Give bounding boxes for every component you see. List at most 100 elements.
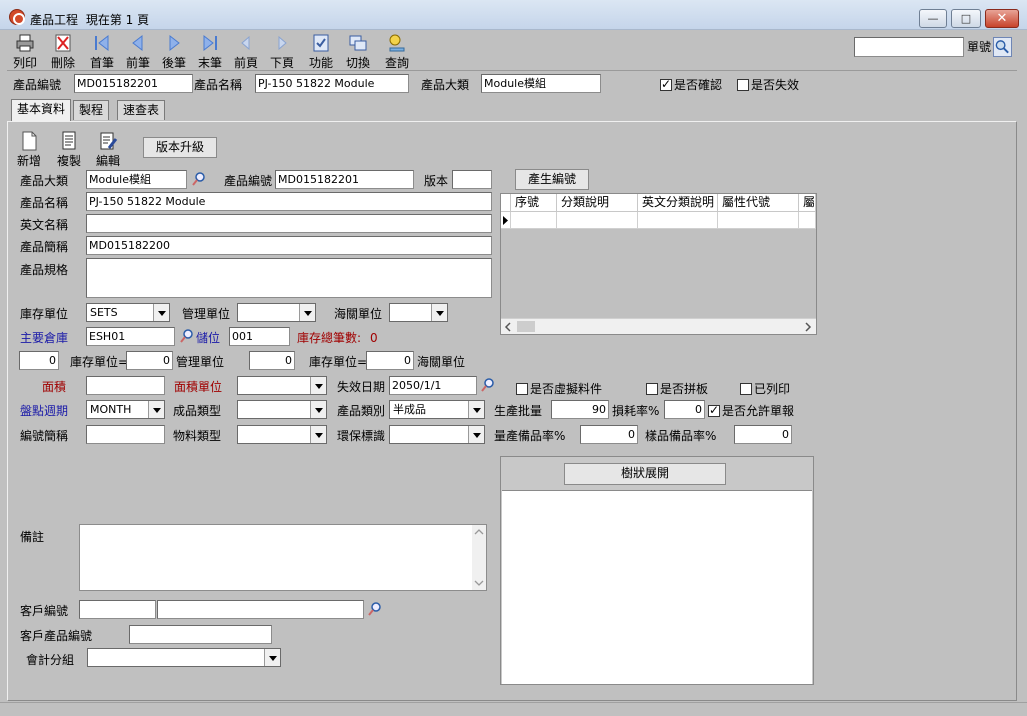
conversion-customs-qty[interactable]: 0 xyxy=(366,351,414,370)
version-upgrade-button[interactable]: 版本升級 xyxy=(143,137,217,158)
batch-size-field[interactable]: 90 xyxy=(551,400,609,419)
grid-header-attr-code[interactable]: 屬性代號 xyxy=(718,194,799,212)
grid-cell[interactable] xyxy=(557,212,638,229)
first-record-button[interactable]: 首筆 xyxy=(90,33,114,71)
tree-view[interactable] xyxy=(502,490,812,684)
tree-expand-button[interactable]: 樹狀展開 xyxy=(564,463,726,485)
scroll-right-icon[interactable] xyxy=(804,322,812,332)
doc-no-input[interactable] xyxy=(854,37,964,57)
prev-label: 前筆 xyxy=(126,56,151,70)
stock-unit-select[interactable]: SETS xyxy=(86,303,170,322)
loss-rate-field[interactable]: 0 xyxy=(664,400,705,419)
new-button[interactable]: 新增 xyxy=(17,131,41,169)
expire-date-lookup-icon[interactable] xyxy=(480,377,496,393)
grid-scroll-thumb[interactable] xyxy=(517,321,535,332)
header-product-name-field[interactable]: PJ-150 51822 Module xyxy=(255,74,409,93)
grid-cell[interactable] xyxy=(511,212,557,229)
printed-checkbox[interactable]: 已列印 xyxy=(740,382,790,396)
version-field[interactable] xyxy=(452,170,492,189)
header-category-field[interactable]: Module模組 xyxy=(481,74,601,93)
edit-button[interactable]: 編輯 xyxy=(96,131,120,169)
finished-type-label: 成品類型 xyxy=(173,404,222,418)
category-lookup-icon[interactable] xyxy=(191,171,207,187)
grid-horizontal-scrollbar[interactable] xyxy=(501,318,816,334)
spec-field[interactable] xyxy=(86,258,492,298)
chevron-down-icon xyxy=(299,304,315,321)
query-button[interactable]: 查詢 xyxy=(385,33,409,71)
conversion-stock-qty-1[interactable]: 0 xyxy=(19,351,59,370)
chevron-down-icon xyxy=(468,401,484,418)
switch-button[interactable]: 切換 xyxy=(346,33,370,71)
material-type-select[interactable] xyxy=(237,425,327,444)
virtual-item-checkbox[interactable]: 是否虛擬料件 xyxy=(516,382,602,396)
next-page-button[interactable]: 下頁 xyxy=(270,33,294,71)
conversion-stock-qty-2[interactable]: 0 xyxy=(249,351,295,370)
copy-button[interactable]: 複製 xyxy=(57,131,81,169)
prev-page-button[interactable]: 前頁 xyxy=(234,33,258,71)
doc-no-search-button[interactable] xyxy=(993,37,1012,57)
prev-record-button[interactable]: 前筆 xyxy=(126,33,150,71)
allow-report-checkbox[interactable]: 是否允許單報 xyxy=(708,403,794,418)
warehouse-lookup-icon[interactable] xyxy=(179,328,195,344)
scroll-up-icon[interactable] xyxy=(474,528,484,536)
warehouse-field[interactable]: ESH01 xyxy=(86,327,175,346)
area-unit-select[interactable] xyxy=(237,376,327,395)
account-group-select[interactable] xyxy=(87,648,281,667)
remark-scrollbar[interactable] xyxy=(472,525,486,590)
code-short-field[interactable] xyxy=(86,425,165,444)
mass-spare-field[interactable]: 0 xyxy=(580,425,638,444)
customer-lookup-icon[interactable] xyxy=(367,601,383,617)
function-button[interactable]: 功能 xyxy=(309,33,333,71)
remark-field[interactable] xyxy=(79,524,487,591)
confirmed-checkbox[interactable]: 是否確認 xyxy=(660,77,722,92)
finished-type-select[interactable] xyxy=(237,400,327,419)
scroll-left-icon[interactable] xyxy=(504,322,512,332)
header-product-no-field[interactable]: MD015182201 xyxy=(74,74,193,93)
minimize-button[interactable]: — xyxy=(919,9,947,28)
customer-product-field[interactable] xyxy=(129,625,272,644)
maximize-button[interactable]: □ xyxy=(951,9,981,28)
customer-name-field[interactable] xyxy=(157,600,364,619)
location-field[interactable]: 001 xyxy=(229,327,290,346)
tab-process[interactable]: 製程 xyxy=(73,100,110,120)
grid-cell[interactable] xyxy=(718,212,799,229)
invalid-checkbox[interactable]: 是否失效 xyxy=(737,78,799,92)
close-button[interactable]: ✕ xyxy=(985,9,1019,28)
print-button[interactable]: 列印 xyxy=(13,33,37,71)
last-record-button[interactable]: 末筆 xyxy=(198,33,222,71)
customer-no-field[interactable] xyxy=(79,600,156,619)
eco-select[interactable] xyxy=(389,425,485,444)
row-pointer-icon xyxy=(503,216,508,225)
inventory-cycle-select[interactable]: MONTH xyxy=(86,400,165,419)
product-class-select[interactable]: 半成品 xyxy=(389,400,485,419)
tab-basic-info[interactable]: 基本資料 xyxy=(11,99,72,121)
category-field[interactable]: Module模組 xyxy=(86,170,187,189)
customs-unit-select[interactable] xyxy=(389,303,448,322)
short-name-field[interactable]: MD015182200 xyxy=(86,236,492,255)
window-title-page: 現在第 1 頁 xyxy=(85,13,150,27)
next-record-button[interactable]: 後筆 xyxy=(162,33,186,71)
conversion-mgmt-unit-label: 管理單位 xyxy=(176,355,225,369)
grid-header-attr[interactable]: 屬 xyxy=(799,194,816,212)
en-name-field[interactable] xyxy=(86,214,492,233)
mgmt-unit-select[interactable] xyxy=(237,303,316,322)
grid-header-en-category-desc[interactable]: 英文分類說明 xyxy=(638,194,718,212)
product-no-field[interactable]: MD015182201 xyxy=(275,170,414,189)
attribute-grid[interactable]: 序號 分類說明 英文分類說明 屬性代號 屬 xyxy=(500,193,817,335)
scroll-down-icon[interactable] xyxy=(474,579,484,587)
delete-button[interactable]: 刪除 xyxy=(51,33,75,71)
generate-code-button[interactable]: 產生編號 xyxy=(515,169,589,190)
area-field[interactable] xyxy=(86,376,165,395)
conversion-mgmt-qty[interactable]: 0 xyxy=(126,351,173,370)
grid-cell[interactable] xyxy=(799,212,816,229)
grid-header-seq[interactable]: 序號 xyxy=(511,194,557,212)
name-field[interactable]: PJ-150 51822 Module xyxy=(86,192,492,211)
tab-quick-reference[interactable]: 速查表 xyxy=(117,100,166,120)
expire-date-field[interactable]: 2050/1/1 xyxy=(389,376,477,395)
area-unit-label: 面積單位 xyxy=(174,380,223,394)
sample-spare-field[interactable]: 0 xyxy=(734,425,792,444)
grid-cell[interactable] xyxy=(638,212,718,229)
panel-checkbox[interactable]: 是否拼板 xyxy=(646,382,708,396)
grid-header-category-desc[interactable]: 分類說明 xyxy=(557,194,638,212)
function-label: 功能 xyxy=(309,56,334,70)
